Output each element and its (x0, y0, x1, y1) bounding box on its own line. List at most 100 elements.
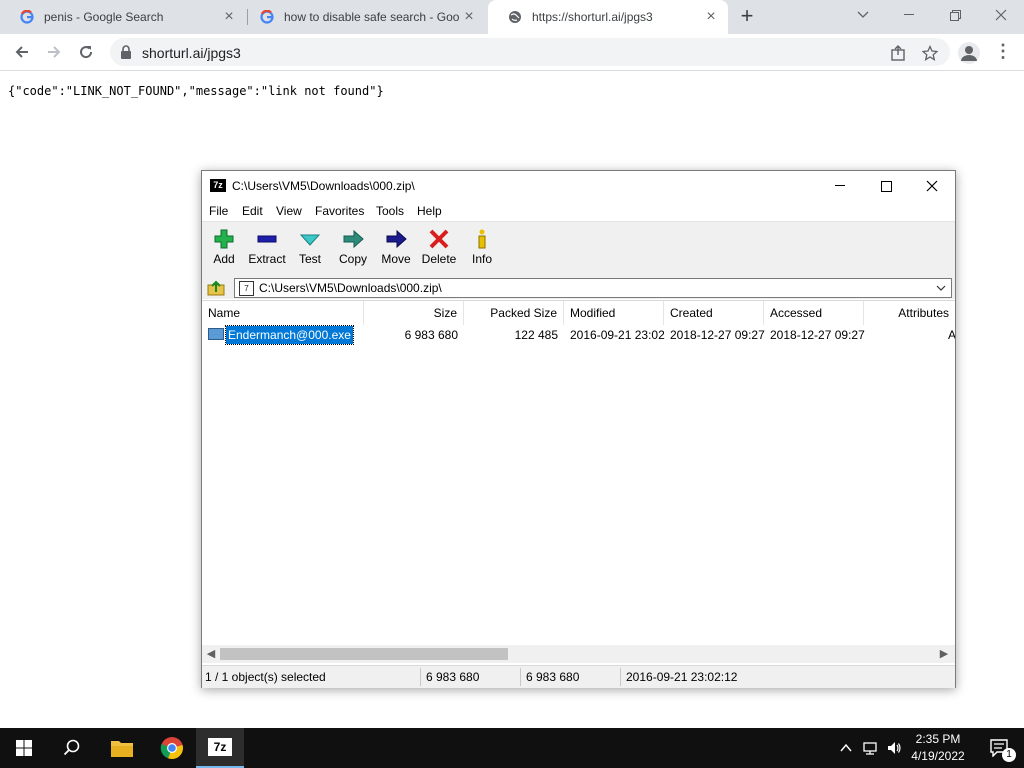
file-size-cell: 6 983 680 (404, 328, 458, 342)
scroll-left-icon[interactable]: ◀ (204, 647, 218, 661)
sevenzip-taskbar-button[interactable]: 7z (196, 728, 244, 768)
path-text[interactable]: C:\Users\VM5\Downloads\000.zip\ (259, 281, 442, 295)
browser-tab-strip: penis - Google Search × how to disable s… (0, 0, 1024, 34)
address-row: 7 C:\Users\VM5\Downloads\000.zip\ (202, 277, 955, 299)
status-bar: 1 / 1 object(s) selected 6 983 680 6 983… (202, 665, 955, 688)
bookmark-star-icon[interactable] (922, 45, 938, 61)
file-explorer-button[interactable] (98, 728, 146, 768)
clock-time: 2:35 PM (915, 732, 961, 746)
chrome-menu-button[interactable]: ⋮ (994, 42, 1012, 62)
reload-button[interactable] (75, 41, 97, 63)
test-button[interactable]: Test (289, 226, 331, 274)
action-center-button[interactable]: 1 (976, 728, 1024, 768)
file-explorer-icon (111, 741, 133, 757)
new-tab-button[interactable]: + (736, 5, 758, 28)
minimize-button[interactable] (817, 171, 863, 201)
status-packed: 6 983 680 (526, 670, 580, 684)
exe-file-icon (208, 328, 224, 340)
move-button[interactable]: Move (375, 226, 417, 274)
chevron-down-icon (857, 11, 869, 18)
file-name-cell[interactable]: Endermanch@000.exe (225, 325, 354, 345)
copy-label: Copy (338, 252, 367, 266)
delete-label: Delete (421, 252, 457, 266)
delete-button[interactable]: Delete (418, 226, 460, 274)
browser-toolbar: shorturl.ai/jpgs3 ⋮ (0, 34, 1024, 71)
extract-button[interactable]: Extract (246, 226, 288, 274)
column-header-attributes[interactable]: Attributes (864, 301, 955, 325)
menu-help[interactable]: Help (417, 204, 442, 218)
sevenzip-title-bar[interactable]: 7z C:\Users\VM5\Downloads\000.zip\ (202, 171, 955, 201)
sevenzip-window: 7z C:\Users\VM5\Downloads\000.zip\ File … (201, 170, 956, 688)
menu-file[interactable]: File (209, 204, 228, 218)
tab-search-dropdown[interactable] (840, 0, 886, 30)
column-header-name[interactable]: Name (202, 301, 364, 325)
path-combobox[interactable]: 7 C:\Users\VM5\Downloads\000.zip\ (234, 278, 952, 298)
status-divider (520, 668, 521, 686)
start-button[interactable] (0, 728, 48, 768)
search-button[interactable] (48, 728, 96, 768)
menu-favorites[interactable]: Favorites (315, 204, 364, 218)
lock-icon[interactable] (120, 45, 132, 59)
minimize-icon (835, 185, 845, 186)
column-header-accessed[interactable]: Accessed (764, 301, 864, 325)
share-icon[interactable] (890, 45, 906, 61)
delete-icon (429, 229, 449, 249)
close-tab-icon[interactable]: × (462, 9, 476, 25)
address-bar[interactable]: shorturl.ai/jpgs3 (110, 38, 950, 66)
close-tab-icon[interactable]: × (704, 9, 718, 25)
tab-google-search[interactable]: penis - Google Search × (0, 0, 246, 34)
file-list: Name Size Packed Size Modified Created A… (202, 300, 955, 646)
back-button[interactable] (11, 41, 33, 63)
restore-icon (949, 9, 961, 21)
up-folder-icon[interactable] (207, 280, 225, 296)
column-header-modified[interactable]: Modified (564, 301, 664, 325)
minimize-button[interactable] (886, 0, 932, 30)
search-icon (63, 739, 80, 756)
add-icon (214, 229, 234, 249)
column-header-size[interactable]: Size (364, 301, 464, 325)
chevron-down-icon[interactable] (935, 282, 947, 294)
info-icon (478, 229, 486, 249)
forward-button[interactable] (43, 41, 65, 63)
url-text[interactable]: shorturl.ai/jpgs3 (142, 45, 241, 61)
horizontal-scrollbar[interactable]: ◀ ▶ (202, 645, 955, 663)
close-tab-icon[interactable]: × (222, 9, 236, 25)
tab-title: how to disable safe search - Goo (284, 10, 460, 24)
tab-safe-search[interactable]: how to disable safe search - Goo × (240, 0, 486, 34)
clock-date: 4/19/2022 (911, 749, 965, 763)
scrollbar-thumb[interactable] (220, 648, 508, 660)
profile-avatar[interactable] (958, 42, 980, 64)
info-label: Info (471, 252, 492, 266)
chevron-up-icon[interactable] (838, 740, 854, 756)
add-button[interactable]: Add (203, 226, 245, 274)
menu-bar: File Edit View Favorites Tools Help (202, 201, 955, 221)
start-icon (16, 740, 32, 756)
menu-view[interactable]: View (276, 204, 302, 218)
notification-badge: 1 (1002, 748, 1016, 762)
copy-icon (343, 229, 364, 249)
window-title: C:\Users\VM5\Downloads\000.zip\ (232, 179, 415, 193)
menu-edit[interactable]: Edit (242, 204, 263, 218)
scroll-right-icon[interactable]: ▶ (937, 647, 951, 661)
column-header-created[interactable]: Created (664, 301, 764, 325)
google-icon (20, 10, 34, 24)
restore-button[interactable] (932, 0, 978, 30)
close-icon (995, 9, 1007, 21)
copy-button[interactable]: Copy (332, 226, 374, 274)
move-icon (386, 229, 407, 249)
close-window-button[interactable] (978, 0, 1024, 30)
system-clock[interactable]: 2:35 PM 4/19/2022 (908, 731, 968, 765)
status-divider (420, 668, 421, 686)
status-selection: 1 / 1 object(s) selected (205, 670, 326, 684)
network-icon[interactable] (862, 740, 878, 756)
chrome-button[interactable] (148, 728, 196, 768)
close-button[interactable] (909, 171, 955, 201)
menu-tools[interactable]: Tools (376, 204, 404, 218)
maximize-button[interactable] (863, 171, 909, 201)
column-header-packed-size[interactable]: Packed Size (464, 301, 564, 325)
add-label: Add (213, 252, 235, 266)
tab-shorturl[interactable]: https://shorturl.ai/jpgs3 × (488, 0, 728, 34)
volume-icon[interactable] (886, 740, 902, 756)
info-button[interactable]: Info (461, 226, 503, 274)
file-accessed-cell: 2018-12-27 09:27 (770, 328, 865, 342)
